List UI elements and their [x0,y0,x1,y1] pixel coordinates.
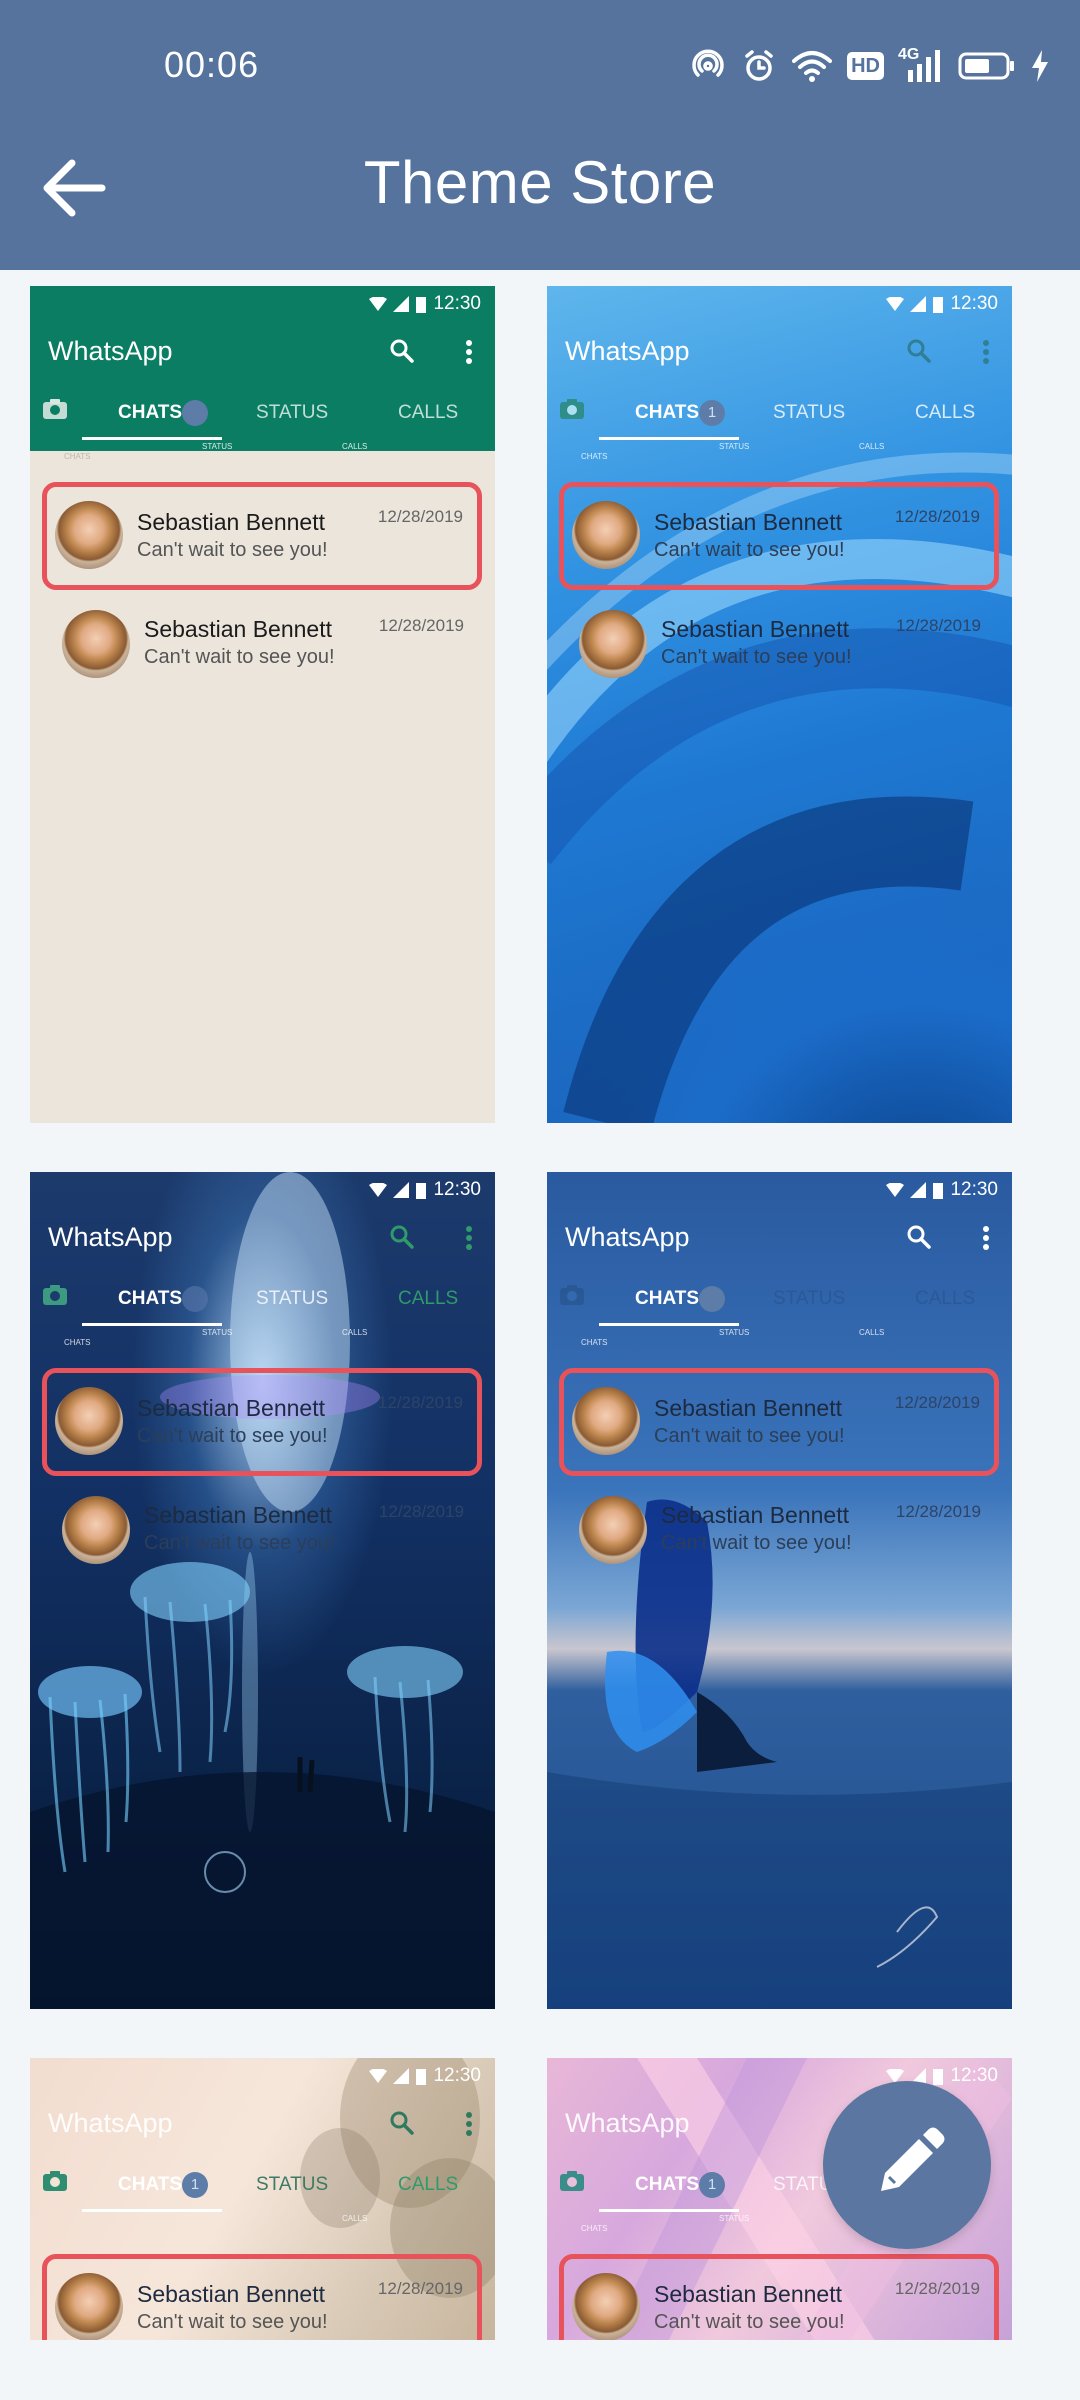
search-icon [907,339,931,363]
avatar [55,2273,123,2340]
hd-badge: HD [847,52,884,80]
avatar [62,1496,130,1564]
more-vert-icon [983,1226,989,1250]
pencil-icon [881,2127,945,2191]
hotspot-icon [692,49,724,77]
avatar [55,1387,123,1455]
camera-icon [43,399,67,419]
status-icons: HD 4G [689,46,1050,84]
app-bar: 00:06 HD 4G Theme Store [0,0,1080,270]
camera-icon [560,399,584,419]
avatar [55,501,123,569]
wifi-icon [792,51,833,82]
theme-card-jellyfish-night[interactable]: 12:30 WhatsApp CHATS STATUS CALLS CHATS … [30,1172,495,2009]
chat-row-highlighted: Sebastian Bennett Can't wait to see you!… [559,2254,999,2340]
avatar [579,1496,647,1564]
avatar [572,501,640,569]
preview-tabs: CHATS STATUS CALLS CHATS STATUS CALLS [30,396,495,461]
avatar [579,610,647,678]
chat-row: Sebastian Bennett Can't wait to see you!… [569,1484,989,1574]
unread-badge [699,1286,725,1312]
page-title: Theme Store [363,149,717,216]
camera-icon [560,1285,584,1305]
edit-fab-button[interactable] [823,2081,991,2249]
search-icon [390,339,414,363]
unread-badge [182,1286,208,1312]
chat-row-highlighted: Sebastian Bennett Can't wait to see you!… [42,482,482,590]
battery-icon [958,52,1014,80]
more-vert-icon [983,340,989,364]
search-icon [907,1225,931,1249]
search-icon [390,1225,414,1249]
theme-card-blue-wave[interactable]: 12:30 WhatsApp CHATS 1 STATUS CALLS CHAT… [547,286,1012,1123]
chat-row: Sebastian Bennett Can't wait to see you!… [52,1484,472,1574]
avatar [62,610,130,678]
camera-icon [560,2171,584,2191]
chat-row-highlighted: Sebastian Bennett Can't wait to see you!… [559,1368,999,1476]
unread-badge: 1 [182,2172,208,2198]
alarm-icon [745,50,773,81]
charging-icon [1032,50,1048,82]
theme-card-butterfly-girl-sea[interactable]: 12:30 WhatsApp CHATS STATUS CALLS CHATS … [547,1172,1012,2009]
preview-status-bar: 12:30 [369,290,481,318]
signal-icon: 4G [898,46,944,84]
search-icon [390,2111,414,2135]
unread-badge: 1 [699,400,725,426]
chat-row-highlighted: Sebastian Bennett Can't wait to see you!… [42,1368,482,1476]
chat-row: Sebastian Bennett Can't wait to see you!… [569,598,989,688]
preview-app-name: WhatsApp [48,336,173,366]
camera-icon [43,1285,67,1305]
chat-row-highlighted: Sebastian Bennett Can't wait to see you!… [42,2254,482,2340]
camera-icon [43,2171,67,2191]
avatar [572,2273,640,2340]
theme-grid: 12:30 WhatsApp CHATS STATUS CALLS CHATS … [0,270,1080,2340]
more-vert-icon [466,2112,472,2136]
theme-card-classic-beige[interactable]: 12:30 WhatsApp CHATS STATUS CALLS CHATS … [30,286,495,1123]
bottom-area [0,2340,1080,2400]
chat-row-highlighted: Sebastian Bennett Can't wait to see you!… [559,482,999,590]
status-time: 00:06 [164,44,260,85]
more-vert-icon [466,340,472,364]
theme-card-soft-blur-cream[interactable]: 12:30 WhatsApp CHATS 1 STATUS CALLS CALL… [30,2058,495,2340]
avatar [572,1387,640,1455]
chat-row: Sebastian Bennett Can't wait to see you!… [52,598,472,688]
unread-badge: 1 [699,2172,725,2198]
more-vert-icon [466,1226,472,1250]
unread-badge [182,400,208,426]
